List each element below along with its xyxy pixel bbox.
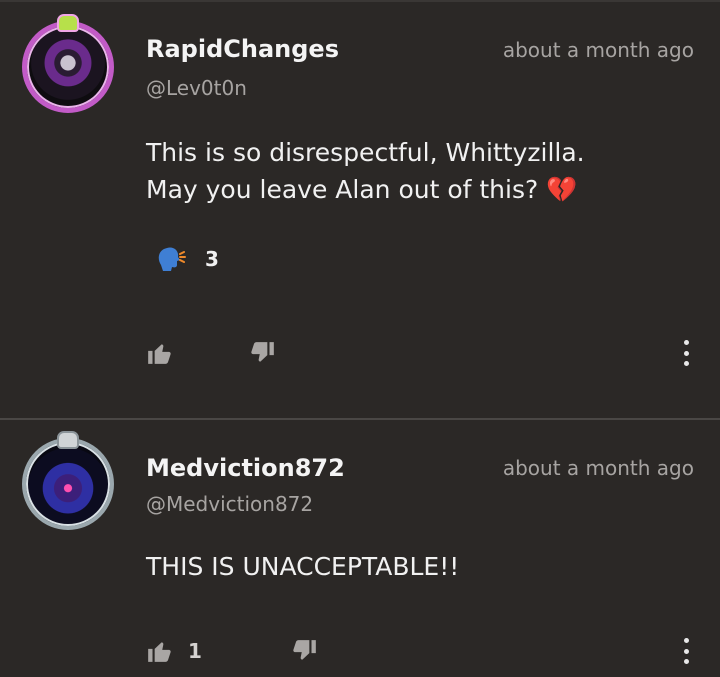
- menu-dot: [683, 638, 689, 643]
- comment-author-name[interactable]: RapidChanges: [146, 35, 339, 63]
- comment-text-line: May you leave Alan out of this? 💔: [146, 171, 676, 208]
- comment-author-handle[interactable]: @Medviction872: [146, 492, 313, 516]
- comment-author-handle[interactable]: @Lev0t0n: [146, 76, 247, 100]
- comment-actions: [0, 340, 720, 370]
- thumb-up-icon: [148, 642, 171, 662]
- comment-text: THIS IS UNACCEPTABLE!!: [146, 552, 460, 581]
- thumb-down-icon: [293, 640, 316, 660]
- thumb-up-icon: [148, 344, 171, 364]
- dislike-button[interactable]: [292, 638, 318, 664]
- avatar[interactable]: [22, 431, 114, 530]
- reaction-count: 3: [205, 247, 219, 271]
- comment-author-name[interactable]: Medviction872: [146, 454, 345, 482]
- comment-item: RapidChanges @Lev0t0n about a month ago …: [0, 0, 720, 420]
- menu-dot: [683, 340, 689, 345]
- menu-dot: [683, 350, 689, 356]
- comment-item: Medviction872 @Medviction872 about a mon…: [0, 420, 720, 677]
- avatar[interactable]: [22, 14, 114, 113]
- comment-actions: 1: [0, 638, 720, 668]
- more-vertical-icon[interactable]: [682, 340, 690, 366]
- comment-timestamp: about a month ago: [502, 38, 694, 62]
- avatar-badge-icon: [57, 14, 79, 32]
- menu-dot: [683, 659, 689, 664]
- like-button[interactable]: 1: [146, 638, 202, 664]
- thumb-down-icon: [251, 342, 274, 362]
- more-vertical-icon[interactable]: [682, 638, 690, 664]
- menu-dot: [683, 648, 689, 654]
- comment-text-line: This is so disrespectful, Whittyzilla.: [146, 138, 585, 167]
- menu-dot: [683, 361, 689, 366]
- broken-heart-icon: 💔: [546, 175, 578, 204]
- comment-text-segment: May you leave Alan out of this?: [146, 175, 547, 204]
- speaking-head-icon: [158, 247, 186, 271]
- like-count: 1: [188, 639, 202, 663]
- comment-text: This is so disrespectful, Whittyzilla. M…: [146, 134, 676, 208]
- avatar-badge-icon: [57, 431, 79, 449]
- like-button[interactable]: [146, 340, 172, 366]
- dislike-button[interactable]: [250, 340, 276, 366]
- comment-timestamp: about a month ago: [502, 456, 694, 480]
- reaction-summary[interactable]: 3: [155, 243, 219, 275]
